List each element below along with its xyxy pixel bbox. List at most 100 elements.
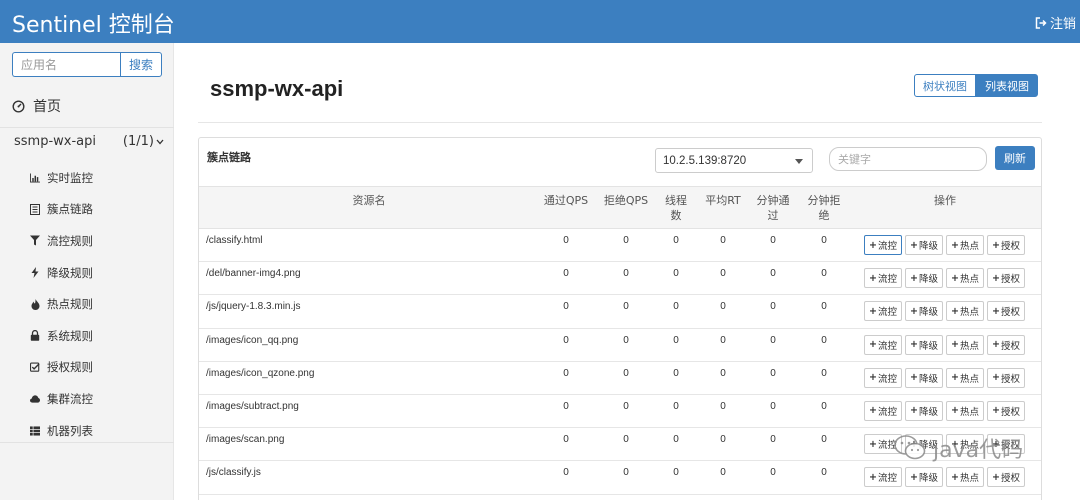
plus-icon: + — [869, 405, 877, 417]
cell-minute-pass: 0 — [770, 367, 776, 379]
cell-avg-rt: 0 — [720, 301, 726, 313]
add-auth-rule-button[interactable]: + 授权 — [987, 467, 1025, 488]
cell-resource: /classify.html — [206, 235, 263, 246]
col-minute-block: 分钟拒 绝 — [807, 194, 841, 222]
cell-block-qps: 0 — [623, 400, 629, 412]
add-auth-rule-button[interactable]: + 授权 — [987, 301, 1025, 322]
sidebar-divider-bottom — [0, 442, 174, 443]
add-hot-rule-button[interactable]: + 热点 — [946, 400, 984, 421]
cell-minute-block: 0 — [821, 235, 827, 246]
cell-avg-rt: 0 — [720, 367, 726, 379]
op-label: 降级 — [918, 307, 938, 319]
sidebar-app-toggle[interactable]: ssmp-wx-api (1/1) — [14, 134, 164, 149]
add-flow-rule-button[interactable]: + 流控 — [864, 268, 902, 289]
cell-block-qps: 0 — [623, 467, 629, 479]
add-degrade-rule-button[interactable]: +降级 — [905, 400, 943, 421]
add-auth-rule-button[interactable]: + 授权 — [987, 268, 1025, 289]
cell-block-qps: 0 — [623, 434, 629, 446]
sidebar-item-flow-rules[interactable]: 流控规则 — [30, 225, 93, 257]
list-icon — [30, 203, 40, 215]
op-label: 流控 — [877, 373, 897, 385]
cell-pass-qps: 0 — [563, 434, 569, 446]
add-auth-rule-button[interactable]: + 授权 — [987, 400, 1025, 421]
sidebar-app-count-wrap: (1/1) — [123, 134, 164, 149]
sidebar-item-system-rules[interactable]: 系统规则 — [30, 320, 93, 352]
add-auth-rule-button[interactable]: + 授权 — [987, 235, 1025, 255]
plus-icon: + — [951, 471, 959, 483]
cell-minute-pass: 0 — [770, 235, 776, 246]
cell-pass-qps: 0 — [563, 400, 569, 412]
sidebar-item-auth-rules[interactable]: 授权规则 — [30, 352, 93, 384]
table-row: /images/icon_qq.png 0 0 0 0 0 0 + 流控 + 降级 … — [199, 329, 1041, 362]
sidebar-item-hot-rules[interactable]: 热点规则 — [30, 288, 93, 320]
add-flow-rule-button[interactable]: + 流控 — [864, 400, 902, 421]
sidebar-item-label: 流控规则 — [47, 233, 93, 248]
add-hot-rule-button[interactable]: + 热点 — [946, 467, 984, 488]
check-icon — [30, 361, 40, 373]
add-degrade-rule-button[interactable]: +降级 — [905, 467, 943, 488]
op-label: 流控 — [877, 307, 897, 319]
cell-pass-qps: 0 — [563, 235, 569, 246]
plus-icon: + — [910, 471, 918, 483]
add-flow-rule-button[interactable]: + 流控 — [864, 301, 902, 322]
title-divider — [198, 122, 1042, 123]
table-row: /images/subtract.png 0 0 0 0 0 0 + 流控 + 降级… — [199, 395, 1041, 429]
cell-resource: /images/icon_qq.png — [206, 334, 299, 346]
add-degrade-rule-button[interactable]: +降级 — [905, 367, 943, 388]
op-label: 降级 — [918, 241, 938, 252]
add-degrade-rule-button[interactable]: +降级 — [905, 301, 943, 322]
add-flow-rule-button[interactable]: + 流控 — [864, 334, 902, 355]
add-hot-rule-button[interactable]: + 热点 — [946, 268, 984, 289]
list-view-button[interactable]: 列表视图 — [976, 74, 1038, 97]
add-degrade-rule-button[interactable]: +降级 — [905, 334, 943, 355]
add-flow-rule-button[interactable]: + 流控 — [864, 235, 902, 255]
sidebar-item-label: 机器列表 — [47, 423, 93, 438]
op-label: 降级 — [918, 473, 938, 485]
plus-icon: + — [992, 339, 1000, 351]
add-hot-rule-button[interactable]: + 热点 — [946, 235, 984, 255]
sidebar-item-realtime[interactable]: 实时监控 — [30, 162, 93, 194]
op-label: 授权 — [1000, 340, 1020, 352]
filter-icon — [30, 235, 40, 247]
flash-icon — [30, 267, 40, 279]
add-auth-rule-button[interactable]: + 授权 — [987, 367, 1025, 388]
add-hot-rule-button[interactable]: + 热点 — [946, 334, 984, 355]
sidebar-item-label: 集群流控 — [47, 391, 93, 406]
sidebar-item-label: 授权规则 — [47, 360, 93, 375]
watermark: java代码 — [893, 432, 1023, 464]
app-title[interactable]: Sentinel 控制台 — [12, 7, 175, 39]
logout-link[interactable]: 注销 — [1035, 13, 1076, 32]
fire-icon — [30, 298, 40, 310]
op-label: 流控 — [877, 340, 897, 352]
cell-pass-qps: 0 — [563, 467, 569, 479]
add-hot-rule-button[interactable]: + 热点 — [946, 367, 984, 388]
sidebar-item-home[interactable]: 首页 — [12, 96, 61, 116]
col-pass-qps: 通过QPS — [543, 194, 589, 207]
cell-resource: /images/icon_qzone.png — [206, 367, 315, 379]
cell-threads: 0 — [673, 268, 679, 280]
sidebar-item-cluster-link[interactable]: 簇点链路 — [30, 194, 93, 226]
add-degrade-rule-button[interactable]: +降级 — [905, 268, 943, 289]
app-search-input[interactable] — [12, 52, 120, 77]
keyword-input[interactable] — [829, 147, 987, 171]
cell-minute-block: 0 — [821, 434, 827, 446]
op-label: 授权 — [1000, 241, 1020, 252]
add-degrade-rule-button[interactable]: +降级 — [905, 235, 943, 255]
app-search-button[interactable]: 搜索 — [120, 52, 162, 77]
machine-select[interactable]: 10.2.5.139:8720 — [655, 148, 813, 173]
tree-view-button[interactable]: 树状视图 — [914, 74, 976, 97]
op-label: 流控 — [877, 241, 897, 252]
sidebar-item-degrade-rules[interactable]: 降级规则 — [30, 257, 93, 289]
sidebar-item-cluster-flow[interactable]: 集群流控 — [30, 383, 93, 415]
add-hot-rule-button[interactable]: + 热点 — [946, 301, 984, 322]
refresh-button[interactable]: 刷新 — [995, 146, 1035, 170]
plus-icon: + — [910, 239, 918, 251]
cell-threads: 0 — [673, 367, 679, 379]
add-flow-rule-button[interactable]: + 流控 — [864, 467, 902, 488]
op-label: 流控 — [877, 473, 897, 485]
cell-block-qps: 0 — [623, 367, 629, 379]
add-auth-rule-button[interactable]: + 授权 — [987, 334, 1025, 355]
add-flow-rule-button[interactable]: + 流控 — [864, 367, 902, 388]
op-label: 降级 — [918, 373, 938, 385]
col-threads: 线程 数 — [665, 194, 687, 222]
